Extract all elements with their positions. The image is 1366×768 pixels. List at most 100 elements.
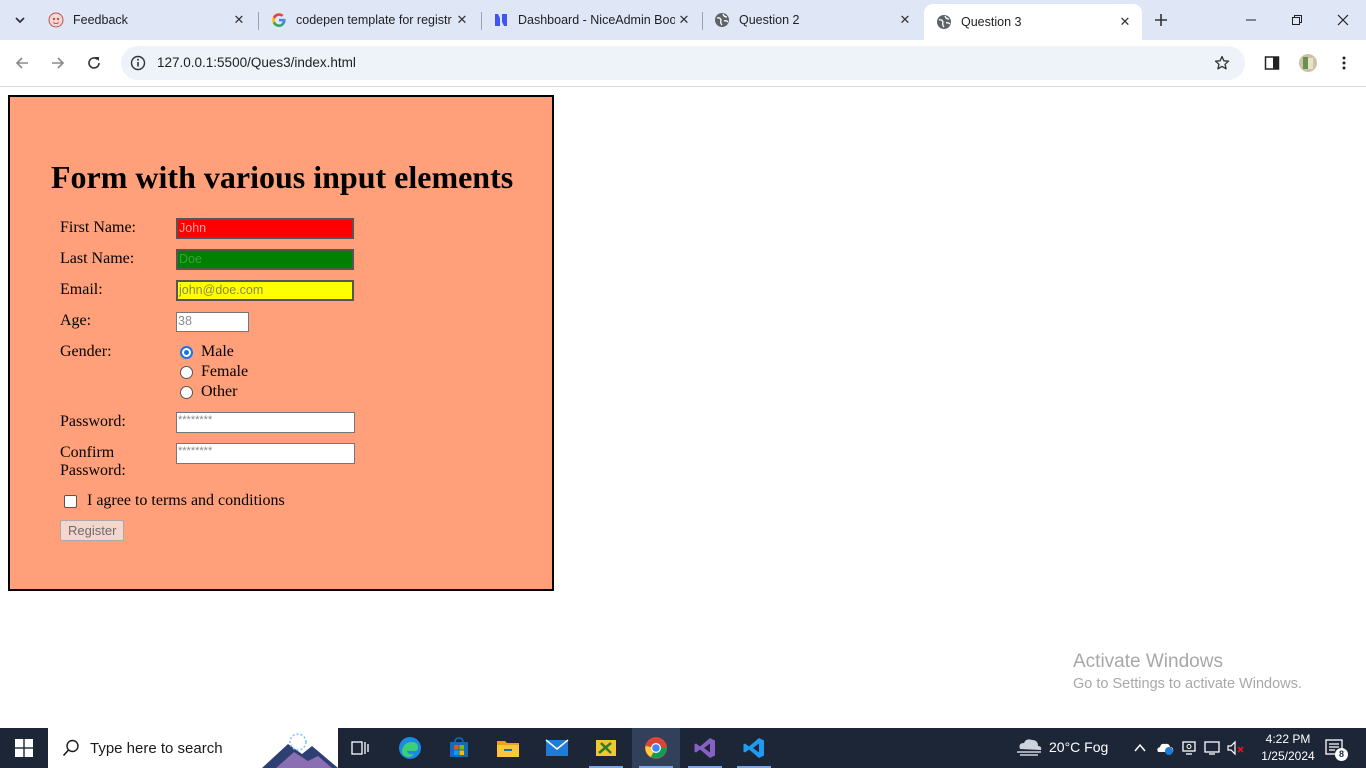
confirm-password-label: Confirm [60, 444, 115, 461]
tab-question-3[interactable]: Question 3 ✕ [924, 4, 1142, 40]
tab-feedback[interactable]: Feedback ✕ [36, 0, 256, 40]
folder-icon [497, 741, 519, 757]
chrome-taskbar-icon[interactable] [632, 728, 680, 768]
tab-search-button[interactable] [8, 8, 32, 32]
radio-button[interactable] [180, 365, 193, 379]
minimize-button[interactable] [1228, 0, 1274, 40]
weather-text[interactable]: 20°C Fog [1049, 739, 1108, 755]
close-icon[interactable]: ✕ [230, 11, 248, 29]
edge-taskbar-icon[interactable] [386, 728, 434, 768]
age-input[interactable]: 38 [176, 312, 249, 332]
network-icon[interactable] [1204, 740, 1222, 756]
notification-badge: 8 [1335, 748, 1348, 761]
terms-label: I agree to terms and conditions [87, 492, 285, 509]
clock-date: 1/25/2024 [1261, 749, 1315, 763]
mail-taskbar-icon[interactable] [533, 728, 581, 768]
radio-button[interactable] [180, 385, 193, 399]
radio-button[interactable] [180, 345, 193, 359]
first-name-label: First Name: [60, 219, 136, 236]
feedback-favicon [48, 12, 64, 28]
utility-taskbar-icon[interactable] [582, 728, 630, 768]
restore-button[interactable] [1274, 0, 1320, 40]
arrow-left-icon [15, 57, 28, 69]
mail-icon [545, 739, 569, 756]
terms-checkbox-row[interactable]: I agree to terms and conditions [64, 492, 285, 510]
close-icon [1337, 14, 1349, 26]
close-icon[interactable]: ✕ [896, 11, 914, 29]
radio-label: Male [201, 343, 234, 360]
task-view-button[interactable] [336, 728, 384, 768]
profile-button[interactable] [1296, 51, 1320, 75]
confirm-password-label-line2: Password: [60, 462, 126, 479]
terms-checkbox[interactable] [64, 494, 77, 508]
browser-tab-strip: Feedback ✕ codepen template for registr … [0, 0, 1366, 40]
side-panel-button[interactable] [1260, 51, 1284, 75]
gender-option-male[interactable]: Male [180, 343, 234, 361]
tab-question-2[interactable]: Question 2 ✕ [702, 0, 922, 40]
address-bar[interactable]: 127.0.0.1:5500/Ques3/index.html [121, 46, 1245, 80]
last-name-input[interactable]: Doe [176, 249, 354, 270]
close-icon[interactable]: ✕ [675, 11, 693, 29]
search-icon [62, 739, 79, 757]
weather-fog-icon [1017, 739, 1042, 756]
globe-icon [714, 12, 730, 28]
activate-windows-subtitle: Go to Settings to activate Windows. [1073, 676, 1302, 692]
arrow-right-icon [52, 57, 65, 69]
tab-dashboard[interactable]: Dashboard - NiceAdmin Boo ✕ [481, 0, 701, 40]
confirm-password-input[interactable]: ******** [176, 443, 355, 464]
password-input[interactable]: ******** [176, 412, 355, 433]
last-name-label: Last Name: [60, 250, 135, 267]
gender-option-female[interactable]: Female [180, 363, 248, 381]
visual-studio-icon [694, 738, 715, 758]
star-icon[interactable] [1213, 54, 1231, 72]
forward-button[interactable] [46, 51, 70, 75]
gender-option-other[interactable]: Other [180, 383, 237, 401]
tools-icon [596, 740, 616, 756]
email-input[interactable]: john@doe.com [176, 280, 354, 301]
activate-windows-title: Activate Windows [1073, 651, 1223, 672]
first-name-input[interactable]: John [176, 218, 354, 239]
windows-logo-icon [15, 739, 33, 757]
browser-toolbar: 127.0.0.1:5500/Ques3/index.html [0, 40, 1366, 87]
back-button[interactable] [10, 51, 34, 75]
menu-button[interactable] [1332, 51, 1356, 75]
side-panel-icon [1264, 56, 1280, 70]
niceadmin-favicon [493, 12, 509, 28]
tab-codepen[interactable]: codepen template for registr ✕ [259, 0, 479, 40]
notifications-button[interactable]: 8 [1324, 738, 1348, 761]
vscode-icon [743, 738, 764, 758]
chevron-up-icon[interactable] [1133, 742, 1147, 754]
radio-label: Female [201, 363, 249, 380]
close-icon[interactable]: ✕ [453, 11, 471, 29]
globe-icon [936, 14, 952, 30]
store-taskbar-icon[interactable] [435, 728, 483, 768]
page-title: Form with various input elements [51, 159, 514, 195]
vscode-taskbar-icon[interactable] [730, 728, 778, 768]
info-icon[interactable] [129, 54, 147, 72]
onedrive-icon[interactable] [1155, 740, 1175, 756]
search-highlight-icon [262, 733, 338, 768]
url-text[interactable]: 127.0.0.1:5500/Ques3/index.html [157, 55, 356, 70]
new-tab-button[interactable] [1150, 9, 1172, 31]
email-label: Email: [60, 281, 103, 298]
visual-studio-taskbar-icon[interactable] [681, 728, 729, 768]
file-explorer-taskbar-icon[interactable] [484, 728, 532, 768]
start-button[interactable] [0, 728, 48, 768]
taskbar-search-box[interactable]: Type here to search [48, 728, 338, 768]
password-label: Password: [60, 413, 126, 430]
reload-button[interactable] [82, 51, 106, 75]
plus-icon [1155, 14, 1167, 26]
google-favicon [271, 12, 287, 28]
close-icon[interactable]: ✕ [1116, 13, 1134, 31]
volume-muted-icon[interactable] [1226, 740, 1246, 756]
window-close-button[interactable] [1320, 0, 1366, 40]
age-label: Age: [60, 312, 92, 329]
search-placeholder: Type here to search [90, 739, 223, 757]
register-button[interactable]: Register [60, 520, 125, 541]
registration-form: Form with various input elements First N… [8, 95, 554, 591]
restore-icon [1292, 15, 1302, 25]
avatar [1299, 54, 1317, 72]
store-icon [450, 737, 468, 757]
system-clock[interactable]: 4:22 PM 1/25/2024 [1256, 731, 1320, 765]
device-icon[interactable] [1181, 740, 1197, 756]
